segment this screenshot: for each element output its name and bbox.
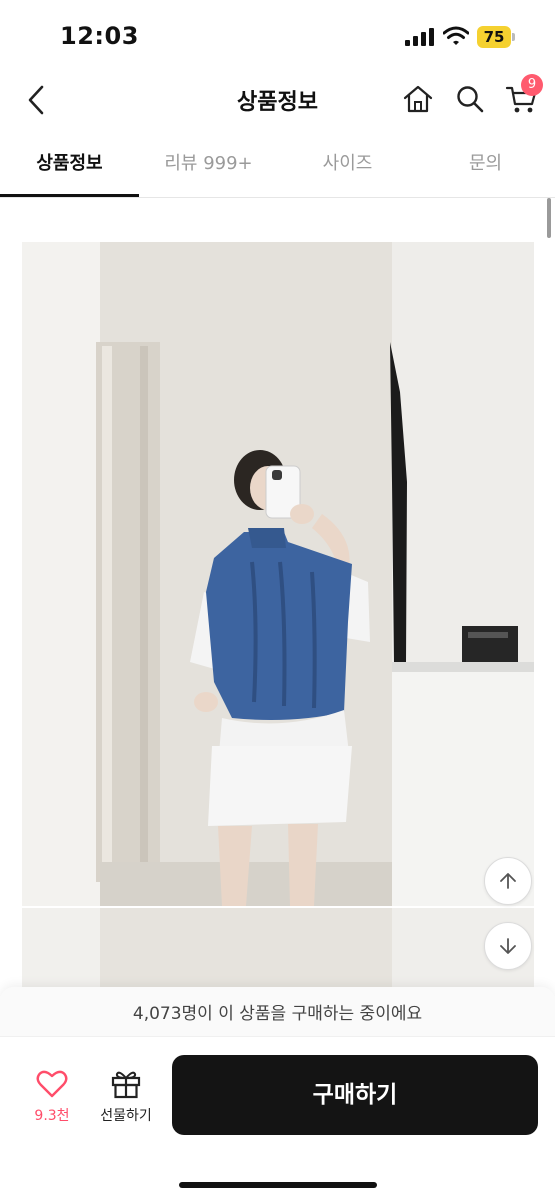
buy-button[interactable]: 구매하기 (172, 1055, 538, 1135)
cart-badge: 9 (521, 74, 543, 96)
battery-level: 75 (483, 28, 505, 46)
product-photo (22, 242, 534, 906)
search-icon (457, 86, 484, 113)
tab-inquiry[interactable]: 문의 (416, 136, 555, 196)
scroll-bottom-button[interactable] (484, 922, 532, 970)
like-count: 9.3천 (34, 1108, 70, 1124)
home-indicator (179, 1182, 377, 1188)
like-button[interactable]: 9.3천 (22, 1067, 82, 1137)
arrow-down-icon (500, 938, 516, 954)
purchase-notice: 4,073명이 이 상품을 구매하는 중이에요 (0, 987, 555, 1037)
tab-size[interactable]: 사이즈 (278, 136, 417, 196)
signal-icon (405, 28, 434, 46)
battery-icon: 75 (477, 26, 517, 48)
status-time: 12:03 (60, 22, 139, 50)
gift-button[interactable]: 선물하기 (92, 1067, 160, 1137)
wifi-icon (443, 26, 469, 45)
search-button[interactable] (452, 80, 488, 118)
active-tab-indicator (0, 194, 139, 197)
purchase-bar: 4,073명이 이 상품을 구매하는 중이에요 9.3천 선물하기 구매하기 (0, 987, 555, 1200)
tab-bar: 상품정보 리뷰 999+ 사이즈 문의 (0, 136, 555, 198)
header: 상품정보 (0, 70, 555, 130)
back-button[interactable] (18, 80, 54, 120)
gift-label: 선물하기 (100, 1108, 152, 1124)
heart-icon (36, 1070, 68, 1098)
status-bar: 12:03 75 (0, 0, 555, 70)
home-icon (403, 85, 433, 113)
scrollbar[interactable] (547, 198, 551, 238)
back-icon (28, 85, 44, 115)
product-photo-2 (22, 908, 534, 998)
home-button[interactable] (400, 80, 436, 118)
scroll-top-button[interactable] (484, 857, 532, 905)
tab-reviews[interactable]: 리뷰 999+ (139, 136, 278, 196)
tab-product-info[interactable]: 상품정보 (0, 136, 139, 196)
gift-icon (111, 1071, 141, 1099)
arrow-up-icon (500, 873, 516, 889)
